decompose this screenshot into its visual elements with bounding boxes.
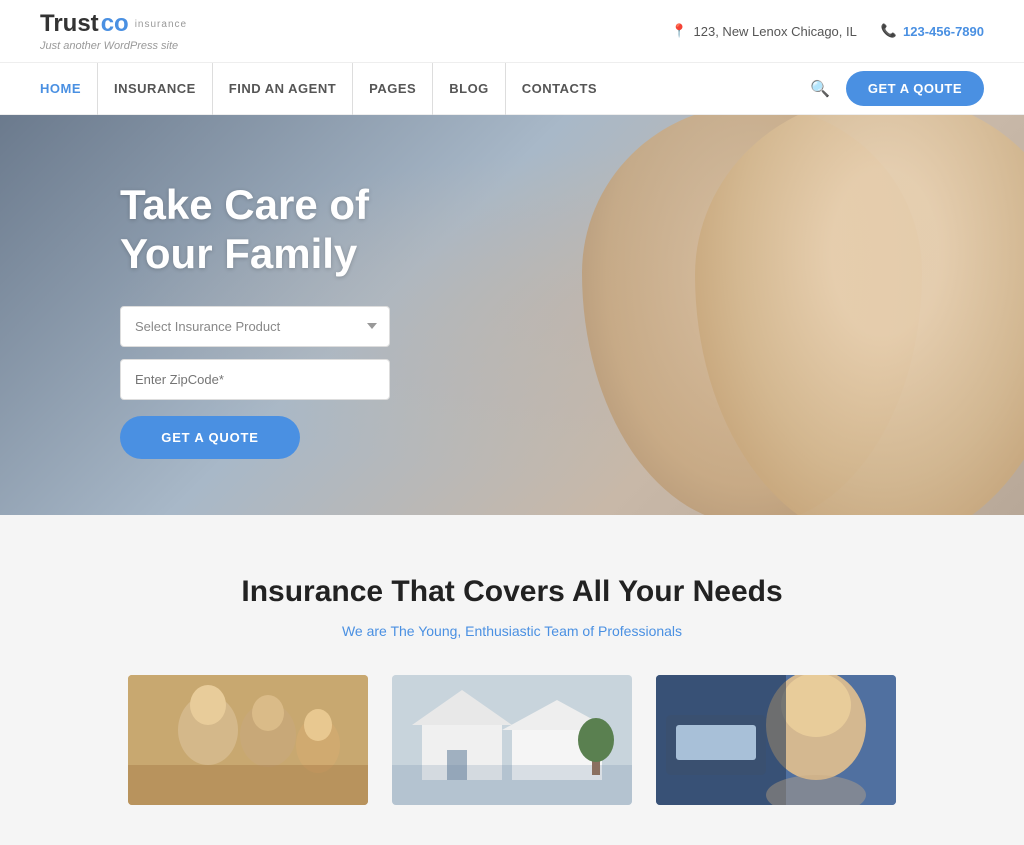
logo-co: co	[101, 10, 129, 38]
logo-tagline: Just another WordPress site	[40, 40, 187, 52]
nav-links: HOME INSURANCE FIND AN AGENT PAGES BLOG …	[40, 63, 613, 115]
logo: Trust co insurance	[40, 10, 187, 38]
nav-item-insurance[interactable]: INSURANCE	[98, 63, 213, 115]
phone-info[interactable]: 📞 123-456-7890	[881, 23, 984, 39]
hero-face-right	[695, 115, 1024, 515]
hero-form: Select Insurance Product GET A QUOTE	[120, 306, 390, 459]
hero-content: Take Care of Your Family Select Insuranc…	[0, 171, 390, 459]
get-quote-nav-button[interactable]: GET A QOUTE	[846, 71, 984, 106]
phone-number: 123-456-7890	[903, 24, 984, 39]
nav-right: 🔍 GET A QOUTE	[810, 71, 984, 106]
card-house-bg	[392, 675, 632, 805]
card-car[interactable]	[656, 675, 896, 805]
nav-item-contacts[interactable]: CONTACTS	[506, 63, 613, 115]
card-family[interactable]	[128, 675, 368, 805]
location-info: 📍 123, New Lenox Chicago, IL	[671, 23, 857, 39]
cards-row	[40, 675, 984, 805]
nav-item-blog[interactable]: BLOG	[433, 63, 506, 115]
search-button[interactable]: 🔍	[810, 79, 830, 99]
get-quote-hero-button[interactable]: GET A QUOTE	[120, 416, 300, 459]
hero-section: Take Care of Your Family Select Insuranc…	[0, 115, 1024, 515]
nav-item-pages[interactable]: PAGES	[353, 63, 433, 115]
zipcode-input[interactable]	[120, 359, 390, 400]
hero-title-line2: Your Family	[120, 230, 357, 277]
needs-section: Insurance That Covers All Your Needs We …	[0, 515, 1024, 845]
card-house[interactable]	[392, 675, 632, 805]
phone-icon: 📞	[881, 23, 897, 39]
top-contact: 📍 123, New Lenox Chicago, IL 📞 123-456-7…	[671, 23, 984, 39]
top-bar: Trust co insurance Just another WordPres…	[0, 0, 1024, 63]
card-family-bg	[128, 675, 368, 805]
section-subtitle: We are The Young, Enthusiastic Team of P…	[40, 623, 984, 639]
logo-insurance-label: insurance	[135, 19, 187, 30]
location-text: 123, New Lenox Chicago, IL	[694, 24, 857, 39]
insurance-product-select[interactable]: Select Insurance Product	[120, 306, 390, 347]
nav-item-home[interactable]: HOME	[40, 63, 98, 115]
navbar: HOME INSURANCE FIND AN AGENT PAGES BLOG …	[0, 63, 1024, 115]
hero-title-line1: Take Care of	[120, 181, 369, 228]
logo-trust: Trust	[40, 10, 99, 38]
hero-title: Take Care of Your Family	[120, 181, 390, 278]
logo-area: Trust co insurance Just another WordPres…	[40, 10, 187, 52]
nav-item-find-agent[interactable]: FIND AN AGENT	[213, 63, 353, 115]
section-title: Insurance That Covers All Your Needs	[40, 575, 984, 609]
location-icon: 📍	[671, 23, 687, 39]
card-car-bg	[656, 675, 896, 805]
